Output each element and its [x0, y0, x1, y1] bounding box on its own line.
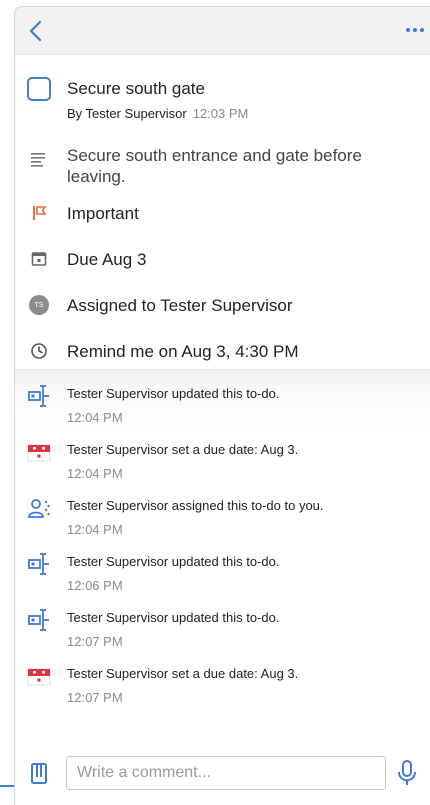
activity-time: 12:07 PM: [67, 634, 123, 649]
activity-text: Tester Supervisor updated this to-do.: [67, 610, 280, 625]
list-item: Tester Supervisor updated this to-do. 12…: [15, 602, 430, 658]
due-date-row[interactable]: Due Aug 3: [15, 247, 430, 279]
activity-time: 12:07 PM: [67, 690, 123, 705]
assignee-row[interactable]: TS Assigned to Tester Supervisor: [15, 293, 430, 325]
calendar-icon: [27, 444, 51, 462]
flag-icon: [27, 201, 51, 225]
calendar-icon: [27, 668, 51, 686]
description-row[interactable]: Secure south entrance and gate before le…: [15, 145, 430, 195]
reminder-row[interactable]: Remind me on Aug 3, 4:30 PM: [15, 339, 430, 369]
edit-task-icon: [28, 609, 49, 631]
activity-time: 12:04 PM: [67, 410, 123, 425]
activity-time: 12:04 PM: [67, 466, 123, 481]
task-assignee: Assigned to Tester Supervisor: [67, 296, 293, 315]
list-item: Tester Supervisor updated this to-do. 12…: [15, 546, 430, 602]
priority-row[interactable]: Important: [15, 201, 430, 233]
activity-text: Tester Supervisor updated this to-do.: [67, 554, 280, 569]
attach-pointer-line: [0, 785, 14, 787]
attach-icon[interactable]: [29, 761, 49, 785]
task-details: Secure south gate By Tester Supervisor 12…: [15, 55, 430, 369]
complete-checkbox-container: [27, 77, 51, 101]
task-reminder: Remind me on Aug 3, 4:30 PM: [67, 342, 299, 361]
top-bar: [15, 7, 430, 55]
task-description: Secure south entrance and gate before le…: [67, 146, 362, 186]
list-item: Tester Supervisor assigned this to-do to…: [15, 490, 430, 546]
task-due-date: Due Aug 3: [67, 250, 147, 269]
assignee-avatar-container: TS: [27, 293, 51, 317]
task-byline: By Tester Supervisor 12:03 PM: [67, 106, 248, 121]
activity-text: Tester Supervisor assigned this to-do to…: [67, 498, 324, 513]
list-item: Tester Supervisor set a due date: Aug 3.…: [15, 658, 430, 714]
notes-icon: [27, 147, 51, 171]
activity-time: 12:06 PM: [67, 578, 123, 593]
task-detail-panel: Secure south gate By Tester Supervisor 12…: [14, 6, 430, 805]
microphone-icon[interactable]: [396, 759, 418, 787]
more-horizontal-icon[interactable]: [404, 23, 426, 37]
complete-checkbox[interactable]: [27, 77, 51, 101]
clock-icon: [27, 339, 51, 363]
list-item: Tester Supervisor set a due date: Aug 3.…: [15, 434, 430, 490]
activity-text: Tester Supervisor set a due date: Aug 3.: [67, 666, 299, 681]
task-author: By Tester Supervisor: [67, 106, 187, 121]
task-title[interactable]: Secure south gate: [67, 78, 410, 99]
task-title-row: Secure south gate By Tester Supervisor 12…: [15, 75, 430, 135]
list-item: Tester Supervisor updated this to-do. 12…: [15, 378, 430, 434]
activity-text: Tester Supervisor set a due date: Aug 3.: [67, 442, 299, 457]
due-date-icon: [27, 247, 51, 271]
assign-person-icon: [28, 499, 50, 518]
task-priority: Important: [67, 204, 139, 223]
task-created-time: 12:03 PM: [192, 106, 249, 121]
edit-task-icon: [28, 553, 49, 575]
avatar: TS: [29, 295, 49, 315]
chevron-left-icon[interactable]: [25, 19, 47, 43]
activity-time: 12:04 PM: [67, 522, 123, 537]
activity-text: Tester Supervisor updated this to-do.: [67, 386, 280, 401]
comment-input[interactable]: [66, 756, 386, 790]
activity-log: Tester Supervisor updated this to-do. 12…: [15, 369, 430, 749]
edit-task-icon: [28, 385, 49, 407]
comment-composer: [15, 747, 430, 805]
